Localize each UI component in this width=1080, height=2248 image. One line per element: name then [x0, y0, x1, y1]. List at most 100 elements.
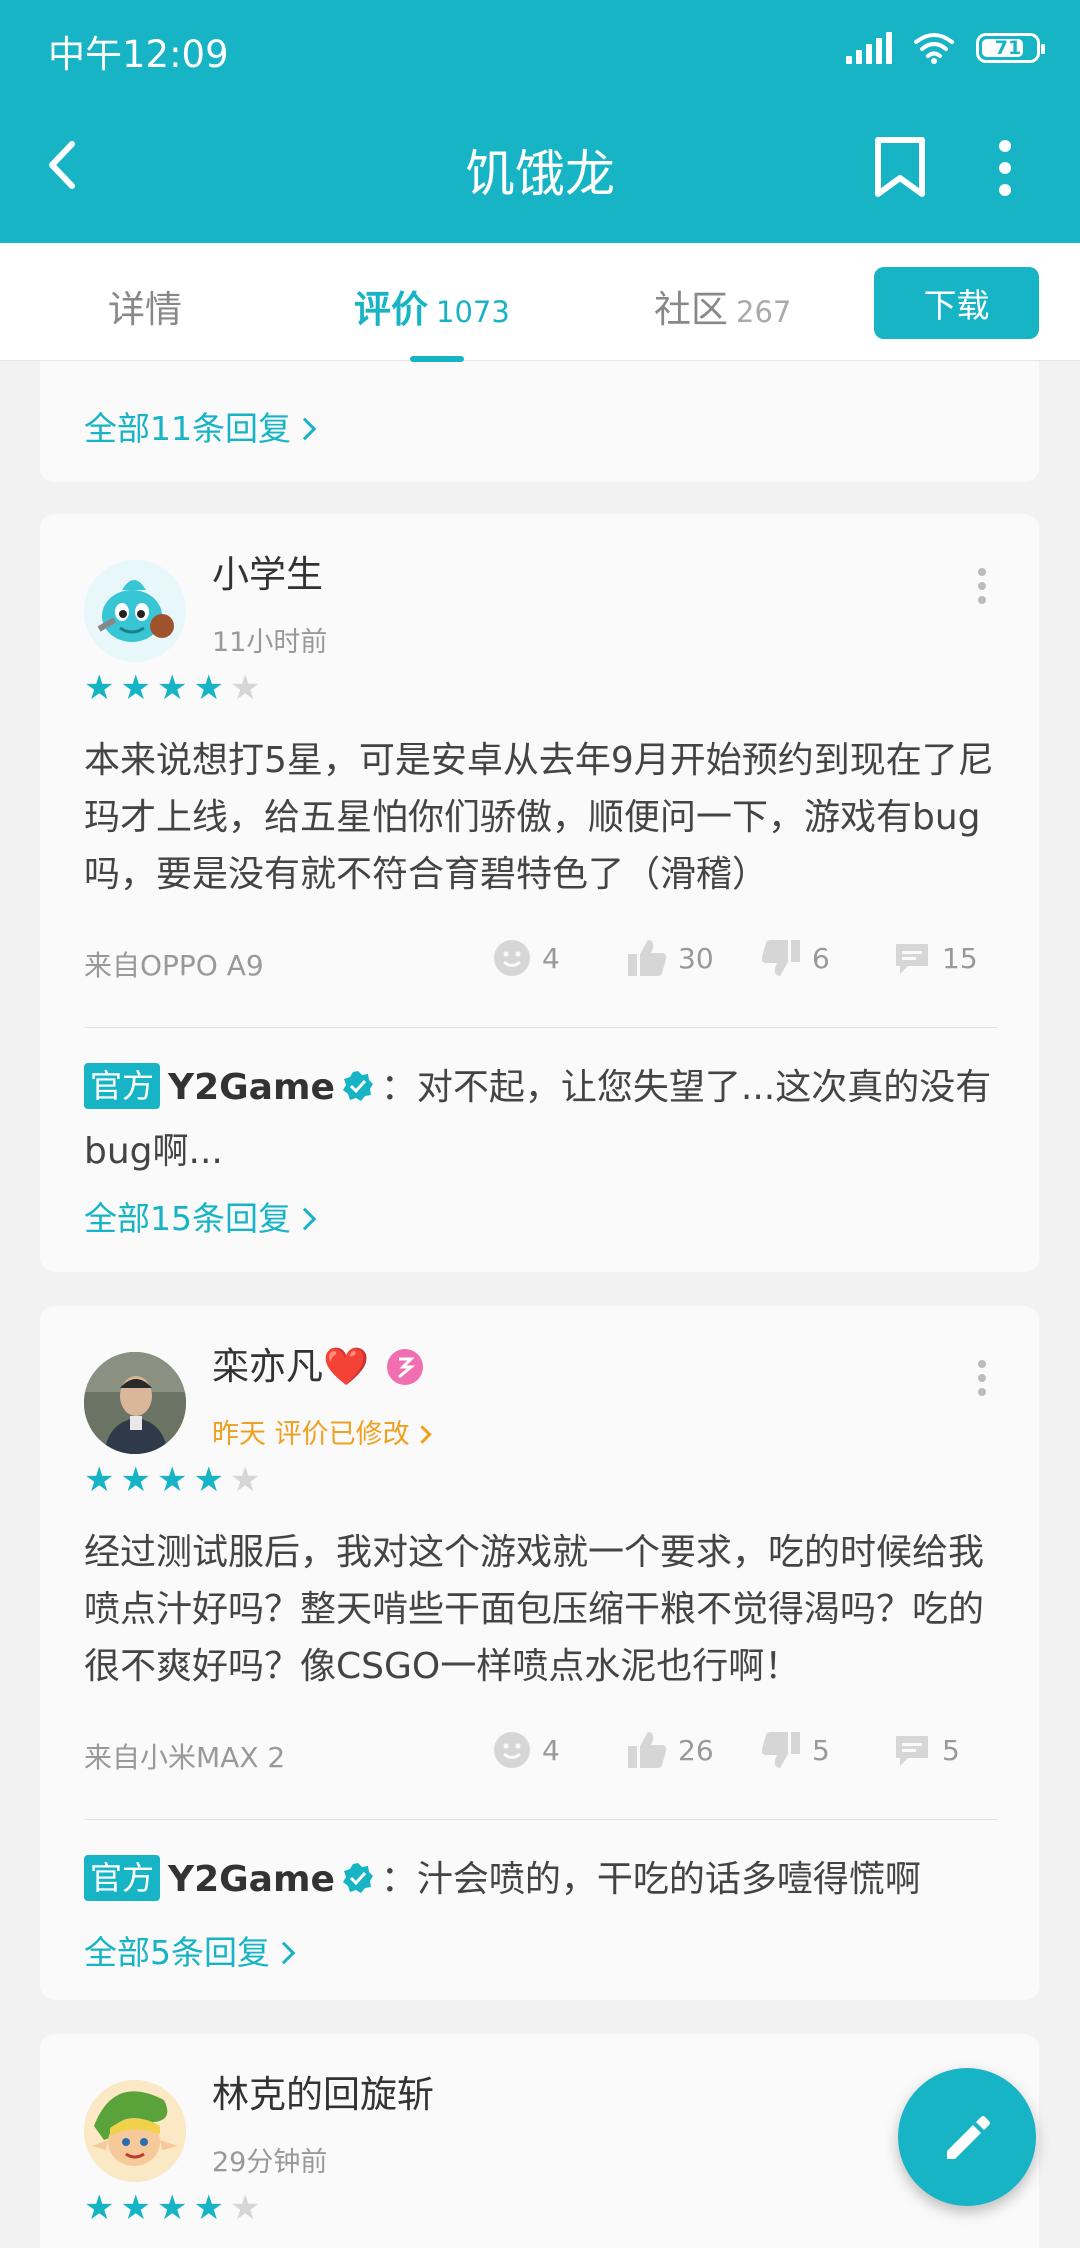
active-tab-indicator: [410, 356, 464, 362]
tab-community[interactable]: 社区 267: [654, 279, 791, 333]
comment-count: 15: [942, 941, 978, 975]
status-bar: 中午12:09 71: [0, 0, 1080, 100]
star-empty-icon: ★: [229, 668, 261, 708]
star-icon: ★: [193, 1460, 224, 1500]
emoji-reaction[interactable]: 4: [492, 938, 560, 978]
thumb-down-icon: [761, 1732, 800, 1768]
star-icon: ★: [156, 1460, 188, 1500]
post-time-text: 昨天 评价已修改: [212, 1419, 410, 1450]
star-icon: ★: [84, 668, 115, 708]
post-time[interactable]: 昨天 评价已修改: [212, 1412, 432, 1451]
star-icon: ★: [156, 668, 188, 708]
toolbar: 饥饿龙: [0, 100, 1080, 243]
official-badge: 官方: [84, 1855, 161, 1901]
comment-button[interactable]: 15: [892, 938, 978, 978]
tab-label: 社区: [654, 288, 728, 331]
avatar[interactable]: [84, 560, 186, 662]
post-time: 11小时前: [212, 627, 328, 658]
like-button[interactable]: 30: [626, 938, 714, 978]
all-replies-link[interactable]: 全部5条回复: [84, 1926, 296, 1974]
avatar[interactable]: [84, 1352, 186, 1454]
star-empty-icon: ★: [229, 1460, 261, 1500]
verified-icon: [342, 1863, 373, 1893]
review-text[interactable]: 经过测试服后，我对这个游戏就一个要求，吃的时候给我喷点汁好吗？整天啃些干面包压缩…: [84, 1524, 1004, 1695]
battery-icon: 71: [976, 33, 1045, 63]
all-replies-link[interactable]: 全部15条回复: [84, 1192, 317, 1240]
signal-icon: [846, 32, 892, 64]
review-card: 栾亦凡❤️ 昨天 评价已修改 ★ ★ ★ ★ ★ 经过测试服后，我对这个游戏就一个要求，…: [40, 1306, 1039, 2000]
avatar-image: [84, 1352, 186, 1454]
chevron-right-icon: [272, 1941, 296, 1965]
review-card: 林克的回旋斩 29分钟前 ★ ★ ★ ★ ★: [40, 2034, 1039, 2248]
comment-icon: [896, 944, 928, 974]
star-icon: ★: [84, 2188, 115, 2228]
chevron-right-icon: [412, 1425, 432, 1444]
thumb-up-icon: [628, 940, 667, 976]
star-rating: ★ ★ ★ ★ ★: [84, 671, 260, 705]
tab-bar: 详情 评价 1073 社区 267 下载: [0, 243, 1080, 362]
star-rating: ★ ★ ★ ★ ★: [84, 2191, 260, 2225]
avatar-image: [84, 2080, 186, 2182]
official-reply[interactable]: 官方 Y2Game ：对不起，让您失望了...这次真的没有bug啊...: [84, 1056, 1004, 1184]
all-replies-label: 全部15条回复: [84, 1199, 291, 1238]
developer-name: Y2Game: [168, 1859, 335, 1900]
developer-name: Y2Game: [168, 1067, 335, 1108]
post-time: 29分钟前: [212, 2147, 328, 2178]
more-options-icon[interactable]: [972, 566, 992, 606]
dislike-count: 6: [812, 941, 830, 975]
write-review-button[interactable]: [898, 2068, 1036, 2206]
star-empty-icon: ★: [229, 2188, 261, 2228]
star-icon: ★: [120, 1460, 151, 1500]
dislike-button[interactable]: 5: [760, 1730, 830, 1770]
status-icons: 71: [846, 28, 1045, 68]
username-text: 栾亦凡❤️: [212, 1345, 370, 1388]
star-icon: ★: [120, 668, 151, 708]
more-vert-icon[interactable]: [985, 136, 1025, 200]
username[interactable]: 林克的回旋斩: [212, 2064, 434, 2118]
edit-icon: [947, 2116, 990, 2159]
like-button[interactable]: 26: [626, 1730, 714, 1770]
review-card: 放松解压的神器，明天就上线啦，欢迎来体验哈~ 全部11条回复: [40, 340, 1039, 482]
emoji-icon: [494, 1732, 530, 1768]
review-text[interactable]: 本来说想打5星，可是安卓从去年9月开始预约到现在了尼玛才上线，给五星怕你们骄傲，…: [84, 732, 1004, 903]
tab-reviews[interactable]: 评价 1073: [354, 279, 510, 333]
device-label: 来自OPPO A9: [84, 949, 264, 982]
device-label: 来自小米MAX 2: [84, 1741, 286, 1774]
dislike-count: 5: [812, 1733, 830, 1767]
comment-button[interactable]: 5: [892, 1730, 960, 1770]
avatar-image: [84, 560, 186, 662]
thumb-up-icon: [628, 1732, 667, 1768]
official-reply[interactable]: 官方 Y2Game ：汁会喷的，干吃的话多噎得慌啊: [84, 1848, 1004, 1912]
more-options-icon[interactable]: [972, 1358, 992, 1398]
emoji-count: 4: [542, 1733, 560, 1767]
review-card: 小学生 11小时前 ★ ★ ★ ★ ★ 本来说想打5星，可是安卓从去年9月开始预约到现在…: [40, 514, 1039, 1272]
emoji-count: 4: [542, 941, 560, 975]
star-icon: ★: [84, 1460, 115, 1500]
all-replies-label: 全部5条回复: [84, 1933, 270, 1972]
tab-count: 267: [736, 295, 792, 329]
bookmark-icon[interactable]: [870, 136, 930, 200]
emoji-reaction[interactable]: 4: [492, 1730, 560, 1770]
divider: [84, 1819, 998, 1820]
like-count: 26: [678, 1733, 714, 1767]
thumb-down-icon: [761, 940, 800, 976]
tab-details[interactable]: 详情: [108, 279, 182, 333]
username[interactable]: 栾亦凡❤️: [212, 1336, 425, 1390]
tab-count: 1073: [436, 295, 510, 329]
download-button[interactable]: 下载: [874, 267, 1039, 339]
emoji-icon: [494, 940, 530, 976]
username[interactable]: 小学生: [212, 544, 323, 598]
comment-count: 5: [942, 1733, 960, 1767]
chevron-right-icon: [293, 417, 317, 441]
status-time: 中午12:09: [48, 33, 229, 76]
dislike-button[interactable]: 6: [760, 938, 830, 978]
all-replies-label: 全部11条回复: [84, 409, 291, 448]
comment-icon: [896, 1736, 928, 1766]
tab-label: 详情: [108, 288, 182, 331]
reply-text: ：汁会喷的，干吃的话多噎得慌啊: [380, 1859, 921, 1900]
level-badge-icon: [386, 1349, 423, 1385]
chevron-right-icon: [293, 1207, 317, 1231]
avatar[interactable]: [84, 2080, 186, 2182]
all-replies-link[interactable]: 全部11条回复: [84, 402, 317, 450]
verified-icon: [342, 1071, 373, 1101]
